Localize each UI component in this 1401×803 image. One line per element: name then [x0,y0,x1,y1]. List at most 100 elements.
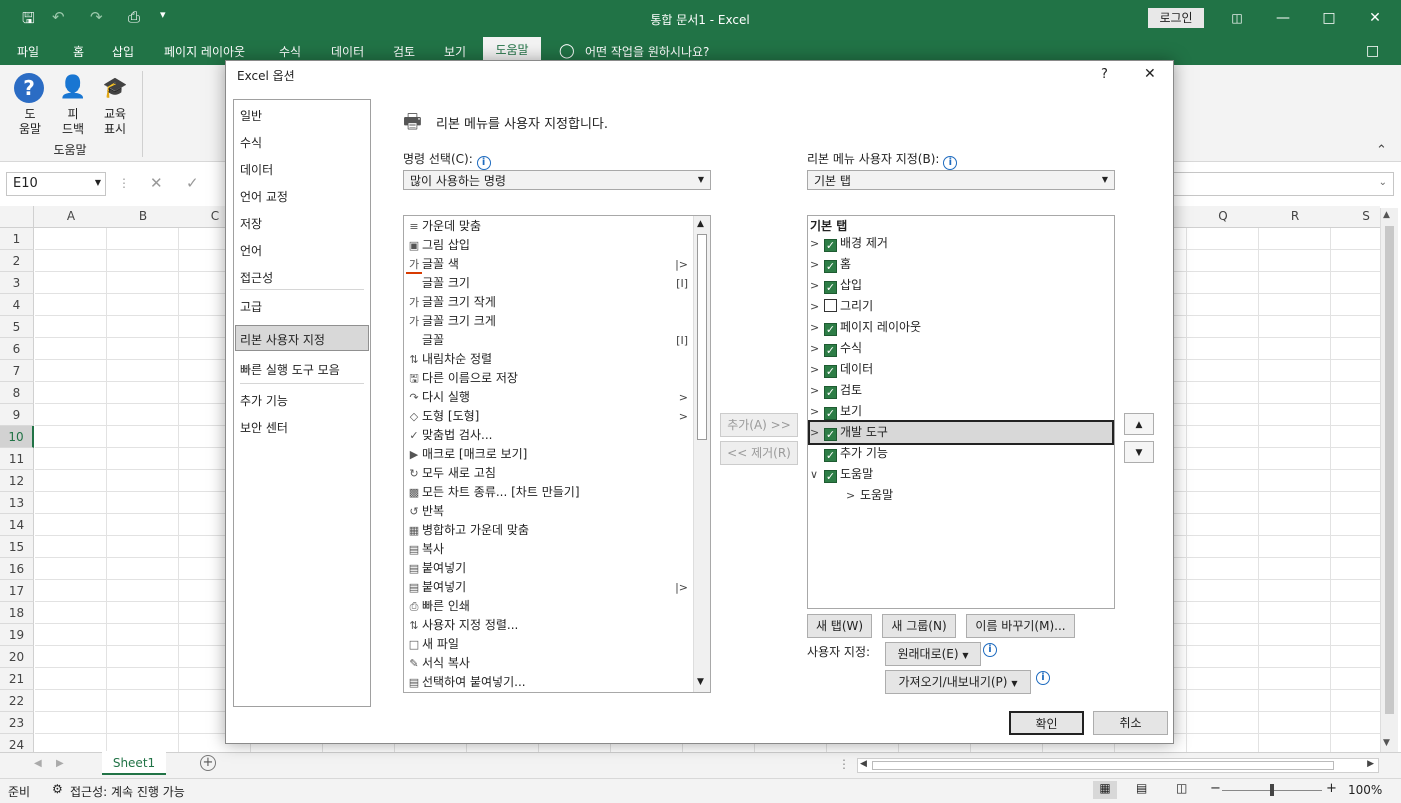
row-header[interactable]: 17 [0,580,34,602]
undo-icon[interactable]: ↶ [52,8,65,26]
chevron-right-icon[interactable]: > [810,380,824,401]
checkbox[interactable]: ✓ [824,344,837,357]
ribbon-display-icon[interactable]: ◫ [1222,6,1252,30]
column-header-b[interactable]: B [107,209,179,223]
choose-commands-select[interactable]: 많이 사용하는 명령 ▼ [403,170,711,190]
tree-item[interactable]: > ✓ 페이지 레이아웃 [810,317,921,338]
row-header[interactable]: 12 [0,470,34,492]
feedback-button[interactable]: 피 드백 [55,107,91,137]
row-header[interactable]: 14 [0,514,34,536]
tree-item[interactable]: > ✓ 데이터 [810,359,873,380]
new-group-button[interactable]: 새 그룹(N) [882,614,956,638]
row-header[interactable]: 7 [0,360,34,382]
command-item[interactable]: ✓ 맞춤법 검사... [406,426,692,445]
chevron-right-icon[interactable]: > [846,485,860,506]
checkbox[interactable]: ✓ [824,260,837,273]
move-down-button[interactable]: ▼ [1124,441,1154,463]
info-icon[interactable]: i [983,643,997,657]
chevron-right-icon[interactable]: > [810,422,824,443]
row-header[interactable]: 6 [0,338,34,360]
checkbox[interactable]: ✓ [824,386,837,399]
command-item[interactable]: ▣ 그림 삽입 [406,236,692,255]
tab-view[interactable]: 보기 [444,43,466,60]
nav-formulas[interactable]: 수식 [240,134,262,151]
command-item[interactable]: ↻ 모두 새로 고침 [406,464,692,483]
column-header-r[interactable]: R [1259,209,1331,223]
minimize-icon[interactable]: — [1268,6,1298,30]
row-header[interactable]: 22 [0,690,34,712]
normal-view-icon[interactable]: ▦ [1093,781,1117,799]
command-item[interactable]: ↺ 반복 [406,502,692,521]
row-header[interactable]: 2 [0,250,34,272]
select-all-corner[interactable] [0,206,34,228]
tree-item[interactable]: > ✓ 수식 [810,338,862,359]
nav-language[interactable]: 언어 [240,242,262,259]
commands-list-scrollbar[interactable]: ▲ ▼ [693,216,710,692]
scroll-up-icon[interactable]: ▲ [697,219,704,229]
redo-icon[interactable]: ↷ [90,8,103,26]
command-item[interactable]: 가 글꼴 색 |> [406,255,692,274]
column-header-a[interactable]: A [35,209,107,223]
login-button[interactable]: 로그인 [1148,8,1204,28]
checkbox[interactable] [824,299,837,312]
add-sheet-icon[interactable]: + [200,755,216,771]
command-item[interactable]: ⇅ 내림차순 정렬 [406,350,692,369]
cancel-button[interactable]: 취소 [1093,711,1168,735]
column-header-q[interactable]: Q [1187,209,1259,223]
checkbox[interactable]: ✓ [824,239,837,252]
checkbox[interactable]: ✓ [824,449,837,462]
command-item[interactable]: ✎ 서식 복사 [406,654,692,673]
save-icon[interactable]: 🖫 [22,8,35,33]
tree-child-help-group[interactable]: > 도움말 [846,485,893,506]
tree-item[interactable]: > ✓ 보기 [810,401,862,422]
zoom-in-icon[interactable]: + [1326,781,1337,796]
formula-input[interactable]: ⌄ [1172,172,1394,196]
chevron-down-icon[interactable]: ∨ [810,464,824,485]
tab-formulas[interactable]: 수식 [279,43,301,60]
row-header[interactable]: 20 [0,646,34,668]
nav-proofing[interactable]: 언어 교정 [240,188,288,205]
row-header[interactable]: 4 [0,294,34,316]
rename-button[interactable]: 이름 바꾸기(M)... [966,614,1075,638]
tab-review[interactable]: 검토 [393,43,415,60]
tree-item[interactable]: > ✓ 개발 도구 [808,420,1114,445]
dialog-help-button[interactable]: ? [1101,67,1108,82]
row-header[interactable]: 18 [0,602,34,624]
confirm-entry-icon[interactable]: ✓ [186,174,199,192]
checkbox[interactable]: ✓ [824,428,837,441]
scroll-down-icon[interactable]: ▼ [1383,738,1390,748]
command-item[interactable]: 가 글꼴 크기 크게 [406,312,692,331]
chevron-right-icon[interactable]: > [810,233,824,254]
tab-file[interactable]: 파일 [17,43,39,60]
tab-home[interactable]: 홈 [73,43,84,60]
page-break-view-icon[interactable]: ◫ [1176,781,1187,795]
nav-quick-access-toolbar[interactable]: 빠른 실행 도구 모음 [240,361,340,378]
command-item[interactable]: ▤ 선택하여 붙여넣기... [406,673,692,692]
command-item[interactable]: 🖫 다른 이름으로 저장 [406,369,692,388]
row-header[interactable]: 5 [0,316,34,338]
tree-item[interactable]: ∨ ✓ 도움말 [810,464,873,485]
row-header[interactable]: 15 [0,536,34,558]
row-header[interactable]: 9 [0,404,34,426]
commands-list[interactable]: ≡ 가운데 맞춤 ▣ 그림 삽입 가 글꼴 색 |> 글꼴 크기 [I] 가 글꼴 크기 작게 가 글꼴… [403,215,711,693]
tab-split-icon[interactable]: ⋮ [838,757,850,771]
row-header[interactable]: 19 [0,624,34,646]
info-icon[interactable]: i [943,156,958,170]
chevron-right-icon[interactable]: > [810,359,824,380]
prev-sheet-icon[interactable]: ◀ [34,758,42,769]
nav-advanced[interactable]: 고급 [240,298,262,315]
scroll-down-icon[interactable]: ▼ [697,677,704,687]
accessibility-status[interactable]: 접근성: 계속 진행 가능 [70,783,185,800]
command-item[interactable]: ▦ 병합하고 가운데 맞춤 [406,521,692,540]
nav-data[interactable]: 데이터 [240,161,273,178]
horizontal-scroll-thumb[interactable] [872,761,1334,770]
command-item[interactable]: ▤ 붙여넣기 |> [406,578,692,597]
nav-customize-ribbon[interactable]: 리본 사용자 지정 [240,331,325,348]
tab-data[interactable]: 데이터 [331,43,364,60]
scroll-up-icon[interactable]: ▲ [1383,210,1390,220]
scroll-left-icon[interactable]: ◀ [860,759,867,769]
command-item[interactable]: 가 글꼴 크기 작게 [406,293,692,312]
info-icon[interactable]: i [476,156,491,170]
customize-qat-icon[interactable]: ▾ [160,8,166,21]
page-layout-view-icon[interactable]: ▤ [1136,781,1147,795]
